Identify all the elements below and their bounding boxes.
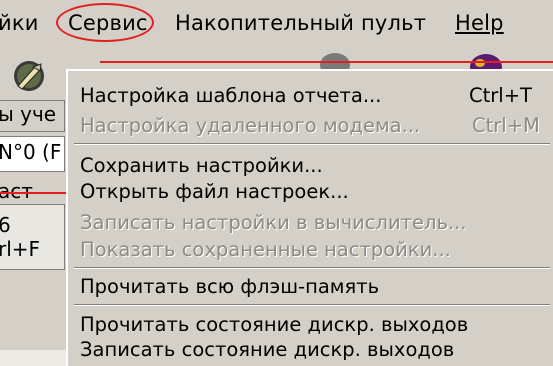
- menu-item-label: Открыть файл настроек...: [80, 180, 349, 203]
- red-underline: [100, 61, 553, 63]
- menu-item-label: Показать сохраненные настройки...: [80, 238, 451, 261]
- left-partial-text: аст: [0, 179, 33, 203]
- menu-item-label: Записать настройки в вычислитель...: [80, 211, 467, 234]
- menu-item-partial[interactable]: йки: [0, 9, 39, 37]
- menu-item-service[interactable]: Сервис: [68, 9, 148, 37]
- menu-item-help[interactable]: Help: [455, 9, 504, 37]
- menu-item-label: Сохранить настройки...: [80, 154, 323, 177]
- left-accounts-text: ы уче: [0, 102, 57, 126]
- red-underline-left: [0, 192, 68, 194]
- menu-item-label: Записать состояние дискр. выходов: [80, 338, 455, 361]
- menu-item-shortcut: Ctrl+T: [469, 84, 532, 107]
- left-shortcut-6: 6: [0, 213, 11, 237]
- menu-separator: [74, 267, 550, 269]
- left-number-text: N°0 (F: [0, 140, 62, 164]
- menu-item-label: Настройка удаленного модема...: [80, 114, 421, 137]
- menu-item-accumulator-console[interactable]: Накопительный пульт: [175, 9, 426, 37]
- left-shortcut-ctrlf: rl+F: [0, 237, 41, 261]
- menu-item-shortcut: Ctrl+M: [472, 114, 540, 137]
- service-dropdown-menu: Настройка шаблона отчета... Ctrl+T Настр…: [66, 69, 553, 366]
- help-label: Help: [455, 11, 504, 35]
- menu-bar: йки Сервис Накопительный пульт Help: [0, 0, 553, 51]
- menu-item-label: Прочитать состояние дискр. выходов: [80, 313, 469, 336]
- menu-separator: [74, 304, 550, 306]
- menu-item-label: Прочитать всю флэш-память: [80, 275, 380, 298]
- menu-separator: [74, 143, 550, 145]
- menu-item-label: Настройка шаблона отчета...: [80, 84, 382, 107]
- settings-wrench-icon[interactable]: [10, 58, 48, 94]
